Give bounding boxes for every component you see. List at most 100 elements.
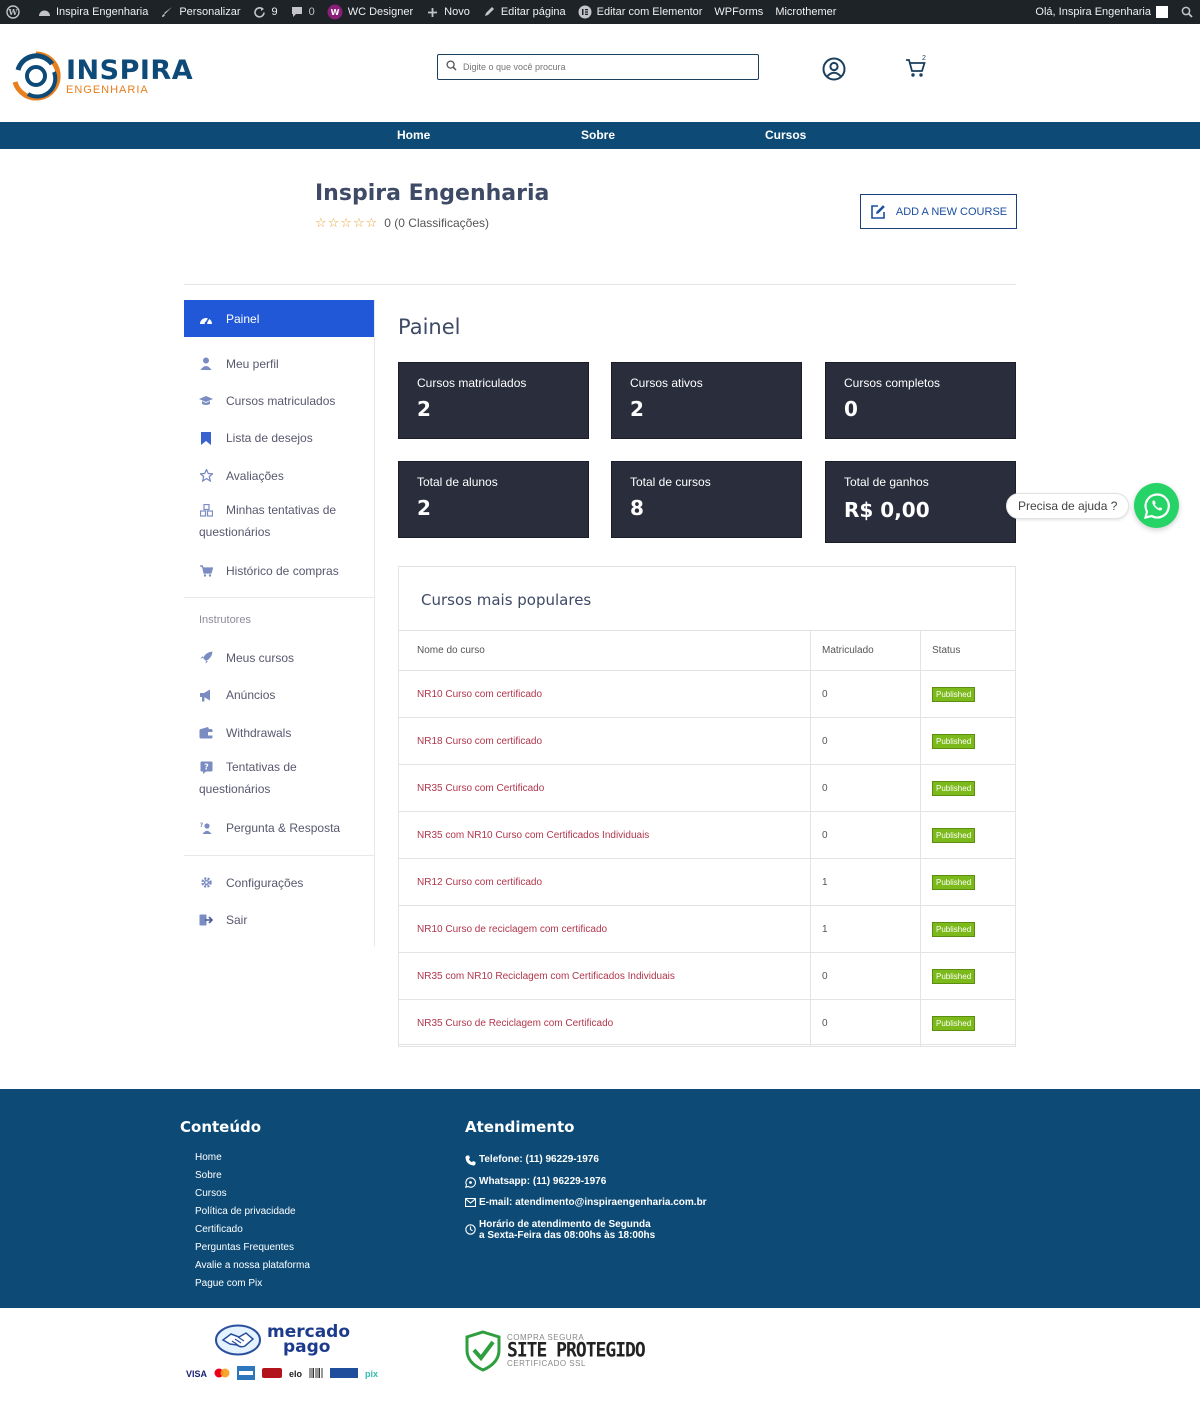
site-logo[interactable]: INSPIRA ENGENHARIA [10,50,193,102]
account-button[interactable] [822,57,846,86]
footer-hours-line-1: Horário de atendimento de Segunda [479,1219,651,1230]
footer-link-cursos[interactable]: Cursos [195,1188,227,1199]
popular-courses-title: Cursos mais populares [421,591,592,609]
seal-main-text: SITE PROTEGIDO [507,1338,646,1362]
course-name-link[interactable]: NR10 Curso com certificado [398,670,811,718]
wpforms-menu[interactable]: WPForms [708,0,769,24]
stat-card-value: 2 [630,397,644,421]
sidebar-item-meu-perfil[interactable]: Meu perfil [184,345,374,382]
footer-link-avalie[interactable]: Avalie a nossa plataforma [195,1260,310,1271]
sidebar-item-tentativas-de-questionarios[interactable]: ? Tentativas de questionários [184,751,374,809]
sidebar-item-pergunta-resposta[interactable]: ? Pergunta & Resposta [184,809,374,846]
stat-card-cursos-completos: Cursos completos 0 [825,362,1016,439]
avatar [1156,6,1168,18]
cart-count-badge: 2 [922,55,926,62]
pencil-icon [482,5,496,19]
customize-menu[interactable]: Personalizar [154,0,246,24]
envelope-icon [465,1198,477,1207]
table-row: NR10 Curso de reciclagem com certificado… [398,905,1016,953]
wp-logo-menu[interactable]: W [0,0,31,24]
course-name-link[interactable]: NR35 Curso com Certificado [398,764,811,812]
table-row: NR35 com NR10 Reciclagem com Certificado… [398,952,1016,1000]
microthemer-menu[interactable]: Microthemer [769,0,842,24]
course-name-link[interactable]: NR35 com NR10 Curso com Certificados Ind… [398,811,811,859]
footer-link-privacidade[interactable]: Política de privacidade [195,1206,296,1217]
footer-email-text: E-mail: atendimento@inspiraengenharia.co… [479,1197,707,1208]
comments-count: 0 [308,6,315,18]
footer-phone[interactable]: Telefone: (11) 96229-1976 [465,1154,599,1166]
dashboard-sidebar: Painel Meu perfil Cursos matriculados Li… [184,300,375,946]
sidebar-item-historico-de-compras[interactable]: Histórico de compras [184,552,374,589]
sidebar-item-anuncios[interactable]: Anúncios [184,676,374,714]
sidebar-item-avaliacoes[interactable]: Avaliações [184,457,374,494]
add-new-course-button[interactable]: ADD A NEW COURSE [860,194,1017,229]
nav-home[interactable]: Home [397,128,430,142]
nav-sobre[interactable]: Sobre [581,128,615,142]
bank-transfer-icon [330,1368,359,1380]
stat-card-value: 8 [630,496,644,520]
footer-link-faq[interactable]: Perguntas Frequentes [195,1242,294,1253]
footer-link-home[interactable]: Home [195,1152,222,1163]
course-name-link[interactable]: NR10 Curso de reciclagem com certificado [398,905,811,953]
course-name-link[interactable]: NR18 Curso com certificado [398,717,811,765]
admin-search-button[interactable] [1174,0,1200,24]
stat-card-cursos-ativos: Cursos ativos 2 [611,362,802,439]
ssl-seal: COMPRA SEGURA SITE PROTEGIDO CERTIFICADO… [465,1330,646,1372]
search-input[interactable] [463,62,743,72]
stat-card-cursos-matriculados: Cursos matriculados 2 [398,362,589,439]
footer-link-sobre[interactable]: Sobre [195,1170,222,1181]
footer-whatsapp[interactable]: Whatsapp: (11) 96229-1976 [465,1176,606,1188]
footer-email[interactable]: E-mail: atendimento@inspiraengenharia.co… [465,1197,707,1208]
phone-icon [465,1155,477,1166]
status-badge: Published [932,968,976,984]
column-header: Status [920,630,1016,671]
site-name-menu[interactable]: Inspira Engenharia [31,0,154,24]
sidebar-item-painel[interactable]: Painel [184,300,374,337]
svg-text:W: W [330,8,339,17]
footer-link-certificado[interactable]: Certificado [195,1224,243,1235]
edit-page-label: Editar página [500,6,566,18]
stat-card-label: Total de alunos [417,475,498,489]
wc-designer-label: WC Designer [347,6,414,18]
footer-phone-text: Telefone: (11) 96229-1976 [479,1154,599,1165]
sidebar-item-withdrawals[interactable]: Withdrawals [184,714,374,751]
stat-card-label: Cursos ativos [630,376,703,390]
gauge-icon [199,308,213,330]
comments-menu[interactable]: 0 [284,0,321,24]
svg-text:?: ? [200,822,204,829]
course-name-link[interactable]: NR12 Curso com certificado [398,858,811,906]
elementor-menu[interactable]: Editar com Elementor [572,0,709,24]
question-user-icon: ? [199,817,213,839]
user-icon [199,353,213,375]
course-name-link[interactable]: NR35 com NR10 Reciclagem com Certificado… [398,952,811,1000]
table-row: NR18 Curso com certificado 0 Published [398,717,1016,765]
page-title: Painel [398,315,461,339]
wallet-icon [199,722,213,744]
user-circle-icon [822,57,846,81]
sidebar-item-cursos-matriculados[interactable]: Cursos matriculados [184,382,374,419]
logo-main-text: INSPIRA [66,54,194,86]
whatsapp-help-bubble[interactable]: Precisa de ajuda ? [1006,493,1130,519]
footer-hours: Horário de atendimento de Segunda a Sext… [465,1219,655,1241]
whatsapp-button[interactable] [1134,483,1179,528]
sidebar-item-meus-cursos[interactable]: Meus cursos [184,639,374,676]
table-row: NR35 Curso de Reciclagem com Certificado… [398,999,1016,1047]
edit-page-menu[interactable]: Editar página [476,0,572,24]
star-rating-icon: ☆☆☆☆☆ [315,215,379,230]
footer-link-pix[interactable]: Pague com Pix [195,1278,262,1289]
updates-menu[interactable]: 9 [246,0,283,24]
cart-icon [199,560,213,582]
status-badge: Published [932,1015,976,1031]
nav-cursos[interactable]: Cursos [765,128,806,142]
sidebar-item-configuracoes[interactable]: Configurações [184,864,374,901]
my-account-menu[interactable]: Olá, Inspira Engenharia [1029,0,1174,24]
popular-courses-table: Nome do curso Matriculado Status NR10 Cu… [398,630,1016,1047]
course-name-link[interactable]: NR35 Curso de Reciclagem com Certificado [398,999,811,1047]
sidebar-item-label: Painel [226,311,260,326]
status-badge: Published [932,733,976,749]
wc-designer-menu[interactable]: W WC Designer [321,0,419,24]
sidebar-item-lista-de-desejos[interactable]: Lista de desejos [184,419,374,457]
new-content-menu[interactable]: Novo [419,0,476,24]
sidebar-item-minhas-tentativas[interactable]: Minhas tentativas de questionários [184,494,374,552]
sidebar-item-sair[interactable]: Sair [184,901,374,939]
